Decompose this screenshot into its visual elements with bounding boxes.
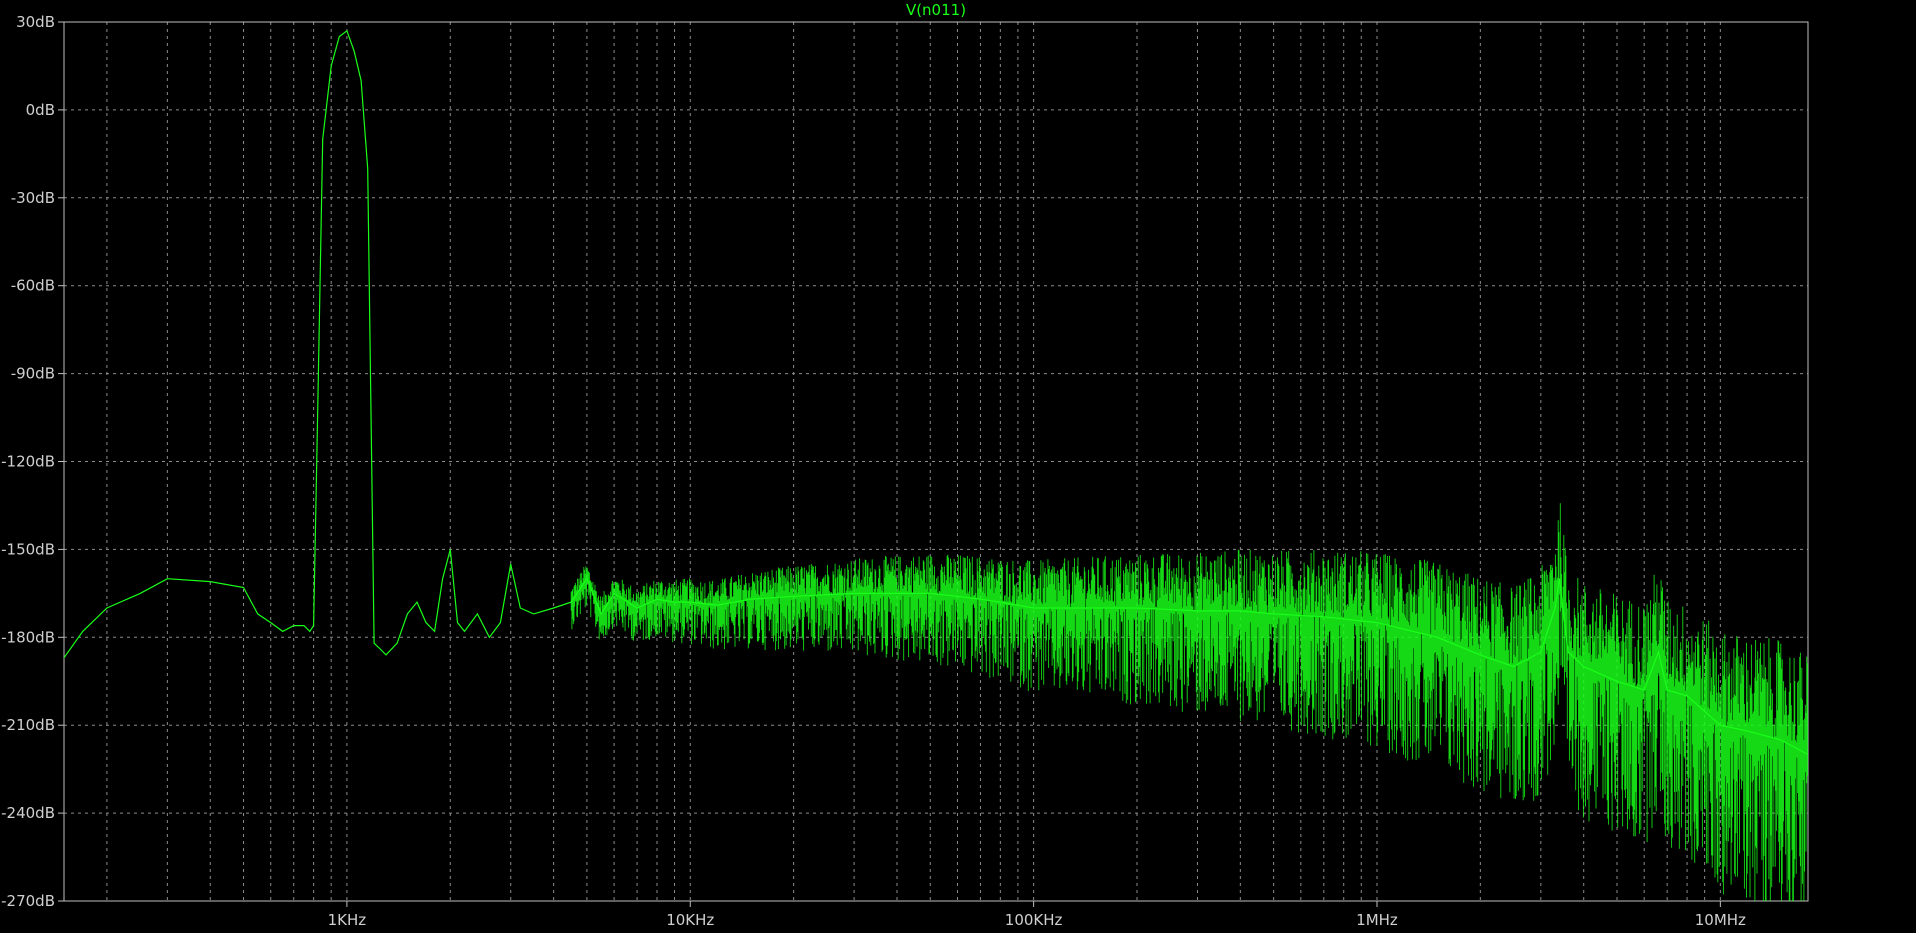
y-tick-label: -270dB [1,892,55,910]
y-tick-label: -210dB [1,716,55,734]
spectrum-plot: 30dB 0dB -30dB -60dB -90dB -120dB -150dB -180dB… [0,0,1916,933]
x-tick-label: 1MHz [1356,911,1398,929]
y-tick-label: -60dB [11,277,55,295]
y-tick-label: -90dB [11,365,55,383]
x-tick-label: 100KHz [1005,911,1063,929]
x-tick-label: 10KHz [666,911,714,929]
y-tick-label: -240dB [1,804,55,822]
y-tick-label: -150dB [1,540,55,558]
x-tick-label: 1KHz [328,911,367,929]
y-tick-label: 0dB [26,101,55,119]
y-tick-label: 30dB [16,13,55,31]
y-tick-label: -180dB [1,628,55,646]
y-tick-label: -30dB [11,189,55,207]
x-tick-label: 10MHz [1695,911,1746,929]
y-tick-label: -120dB [1,453,55,471]
trace-title[interactable]: V(n011) [906,1,966,19]
